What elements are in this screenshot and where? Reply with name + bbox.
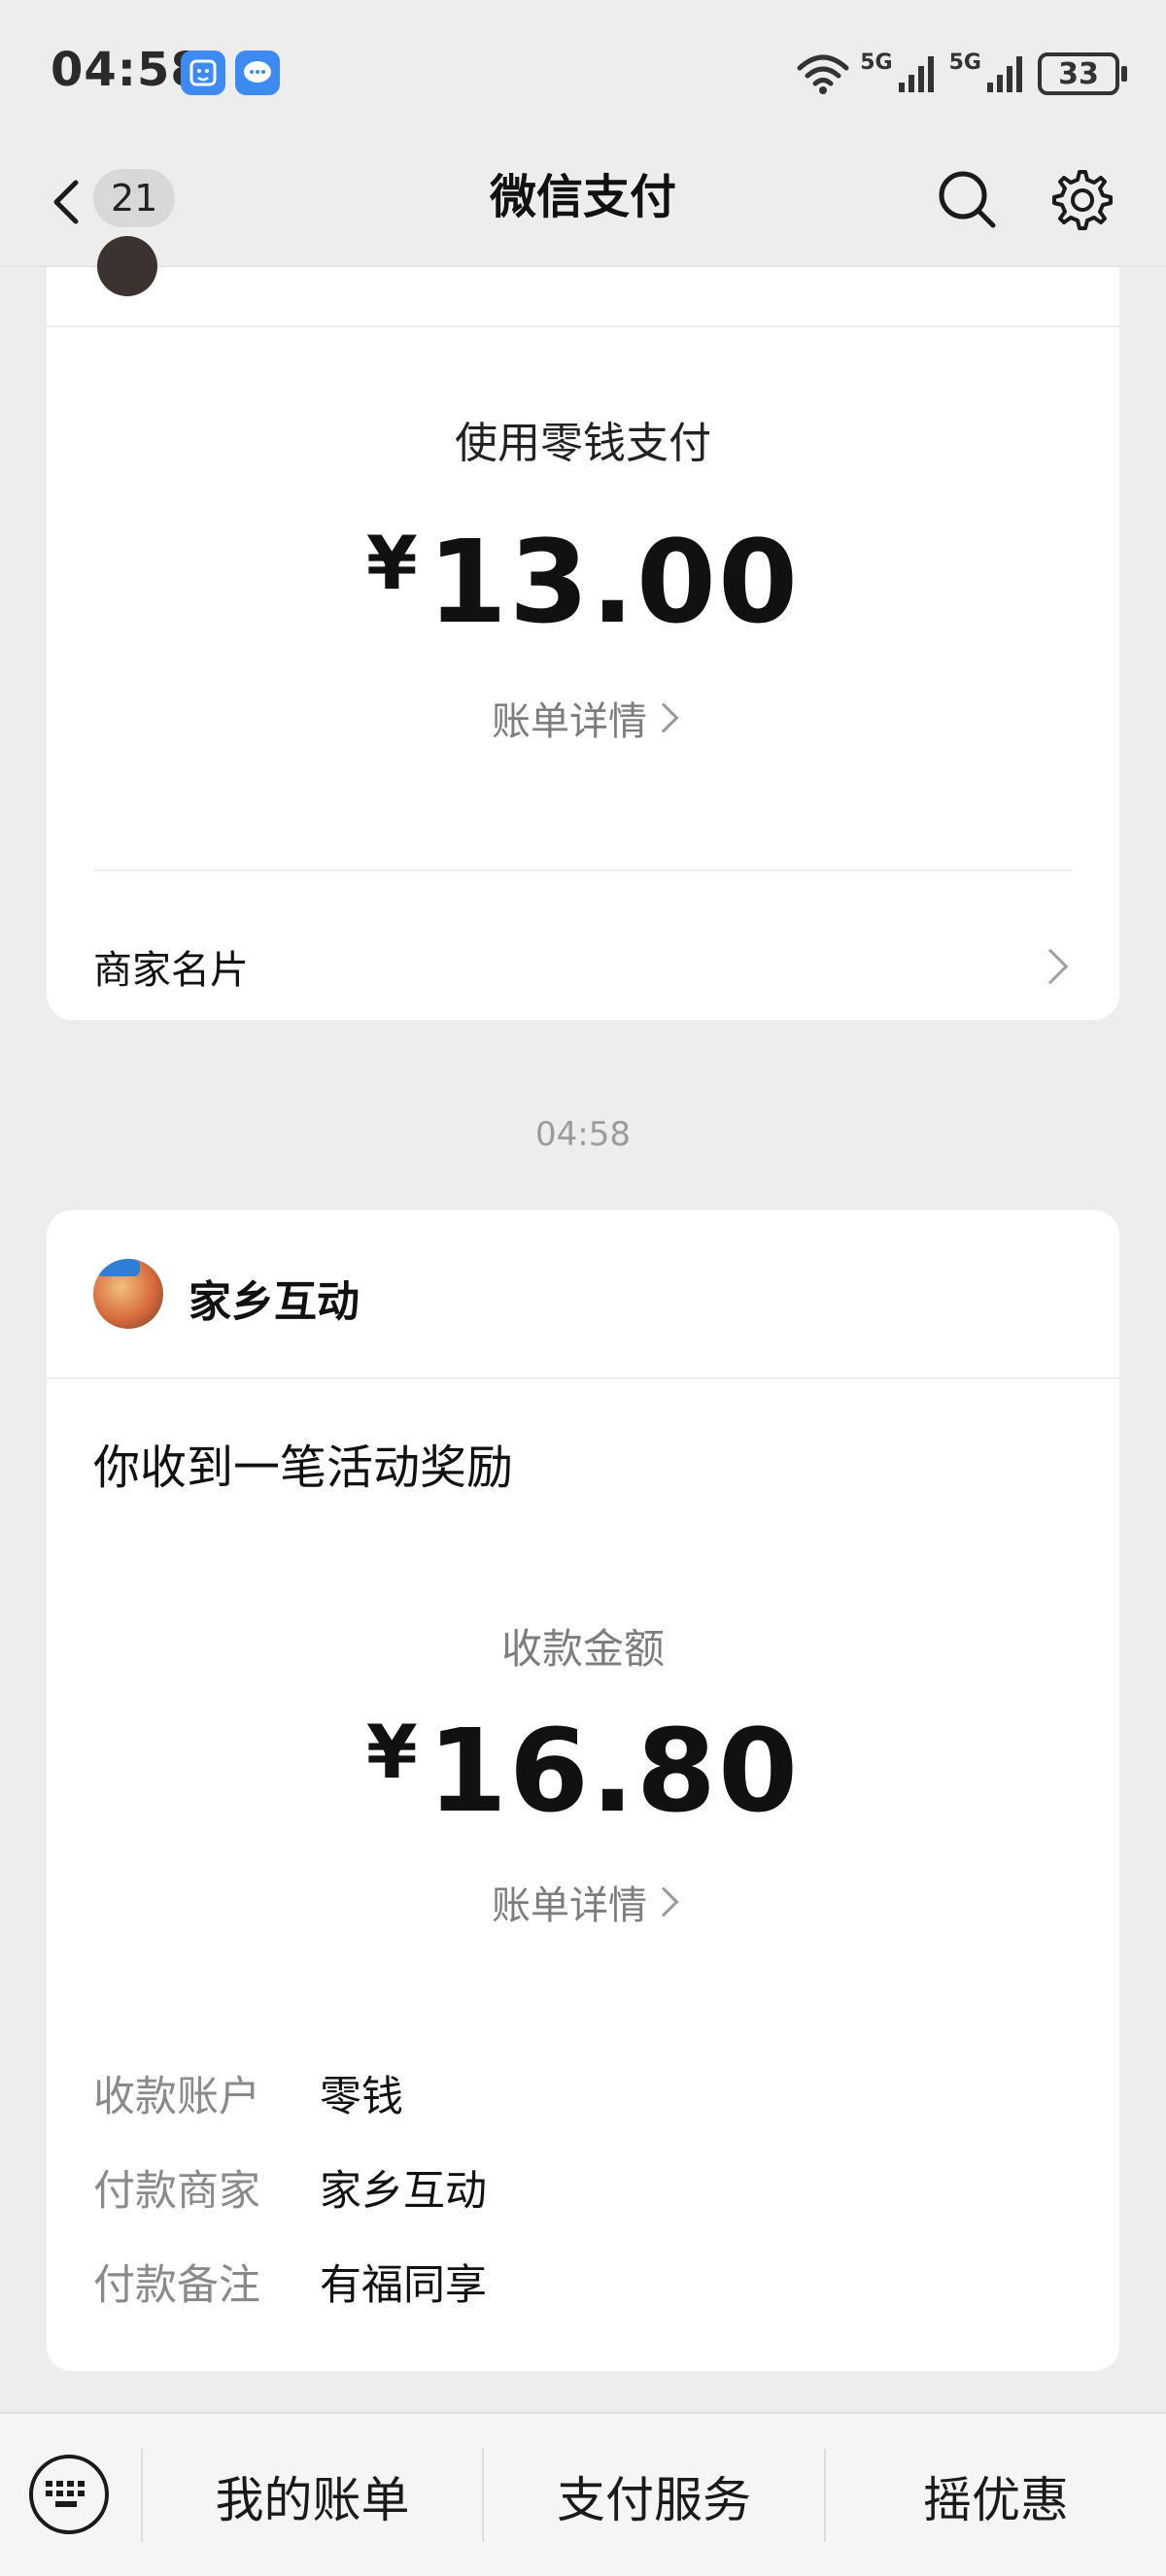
merchant-avatar[interactable] [93,1259,163,1329]
status-bar: 04:58 5G 5G 33 [0,0,1166,146]
payment-services-button[interactable]: 支付服务 [484,2414,824,2576]
nav-bar: 21 微信支付 [0,146,1166,267]
divider [47,1377,1119,1379]
amount-value: 16.80 [427,1704,801,1838]
amount-value: 13.00 [427,515,801,649]
info-value: 零钱 [320,2072,403,2121]
pay-method-text: 使用零钱支付 [455,419,711,468]
currency-symbol: ¥ [365,520,420,606]
payment-info: 收款账户 零钱 付款商家 家乡互动 付款备注 有福同享 [93,2046,1073,2328]
merchant-avatar [97,236,157,296]
bottom-menu-bar: 我的账单 支付服务 摇优惠 [0,2412,1166,2576]
bill-detail-label: 账单详情 [492,699,647,744]
bill-detail-link[interactable]: 账单详情 [47,690,1119,746]
payment-card: 使用零钱支付 ¥13.00 账单详情 商家名片 [47,236,1119,1020]
signal-icon [987,56,1022,92]
signal-icon [898,56,934,92]
chevron-right-icon [648,1886,679,1917]
info-row: 收款账户 零钱 [93,2046,1073,2140]
info-row: 付款备注 有福同享 [93,2234,1073,2328]
search-icon[interactable] [933,165,1001,233]
network-type-1: 5G [860,51,893,75]
reward-title: 你收到一笔活动奖励 [93,1441,514,1495]
receive-amount: ¥16.80 [47,1704,1119,1838]
wifi-icon [797,54,849,94]
info-key: 收款账户 [93,2072,260,2121]
chevron-right-icon [1032,948,1069,985]
info-value: 有福同享 [320,2260,487,2310]
reward-card: 家乡互动 你收到一笔活动奖励 收款金额 ¥16.80 账单详情 收款账户 零钱 … [47,1210,1119,2371]
currency-symbol: ¥ [365,1709,420,1795]
info-key: 付款备注 [93,2260,260,2310]
merchant-name[interactable]: 家乡互动 [189,1267,360,1329]
bill-detail-link[interactable]: 账单详情 [47,1874,1119,1930]
merchant-card-row[interactable]: 商家名片 [93,913,1073,1020]
payment-amount: ¥13.00 [47,515,1119,649]
keyboard-icon[interactable] [29,2455,109,2534]
divider [93,869,1073,871]
divider [47,325,1119,327]
bill-detail-label: 账单详情 [492,1883,647,1928]
shake-offers-button[interactable]: 摇优惠 [826,2414,1166,2576]
network-type-2: 5G [948,51,981,75]
battery-icon: 33 [1038,52,1127,95]
message-app-icon [235,51,280,95]
info-row: 付款商家 家乡互动 [93,2140,1073,2234]
info-key: 付款商家 [93,2166,260,2216]
face-id-app-icon [181,51,225,95]
info-value: 家乡互动 [320,2166,487,2216]
gear-icon[interactable] [1047,165,1117,235]
battery-level: 33 [1058,56,1099,91]
merchant-card-label: 商家名片 [93,948,249,993]
receive-amount-label: 收款金额 [500,1625,665,1673]
message-timestamp: 04:58 [535,1115,631,1154]
my-bills-button[interactable]: 我的账单 [143,2414,482,2576]
status-indicators: 5G 5G 33 [796,49,1127,99]
chevron-right-icon [648,702,679,733]
